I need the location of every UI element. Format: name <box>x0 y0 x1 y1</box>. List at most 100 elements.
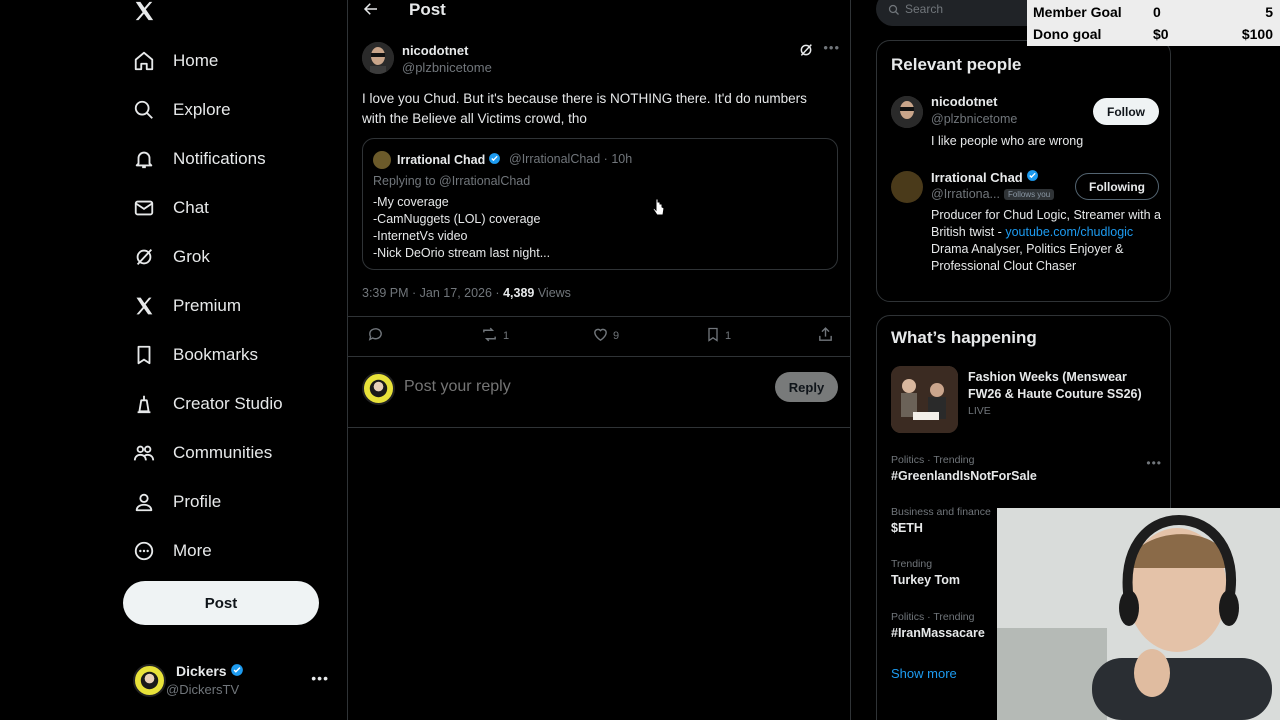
view-label: Views <box>534 286 571 300</box>
repost-count: 1 <box>503 330 510 342</box>
nav-bookmarks[interactable]: Bookmarks <box>133 338 258 372</box>
bookmark-icon <box>705 326 721 346</box>
action-bar: 1 9 1 <box>362 326 838 348</box>
bio-link[interactable]: youtube.com/chudlogic <box>1005 225 1133 239</box>
grok-icon[interactable] <box>798 42 814 58</box>
avatar <box>362 372 395 405</box>
account-name: Dickers <box>176 663 227 679</box>
tweet-text: I love you Chud. But it's because there … <box>362 91 807 126</box>
nav-more-label: More <box>173 541 212 560</box>
nav-more[interactable]: More <box>133 534 212 568</box>
follow-button[interactable]: Follow <box>1093 98 1159 125</box>
follows-you-badge: Follows you <box>1003 188 1055 200</box>
quoted-tweet[interactable]: Irrational Chad @IrrationalChad · 10h Re… <box>362 138 838 270</box>
bookmark-count: 1 <box>725 330 732 342</box>
relevant-people-card: Relevant people nicodotnet @plzbnicetome… <box>876 40 1171 302</box>
reply-button[interactable] <box>367 326 388 346</box>
avatar[interactable] <box>362 42 394 74</box>
verified-badge-icon <box>488 152 501 168</box>
author-name[interactable]: nicodotnet <box>402 43 468 58</box>
following-button[interactable]: Following <box>1075 173 1159 200</box>
communities-icon <box>133 442 155 464</box>
featured-thumbnail[interactable] <box>891 366 958 433</box>
like-button[interactable]: 9 <box>592 326 619 346</box>
post-detail: Post nicodotnet @plzbnicetome ••• I love… <box>347 0 851 720</box>
trend-name: #GreenlandIsNotForSale <box>891 469 1037 483</box>
reply-submit-button[interactable]: Reply <box>775 372 838 402</box>
featured-title[interactable]: Fashion Weeks (Menswear FW26 & Haute Cou… <box>968 369 1163 403</box>
nav-explore-label: Explore <box>173 100 231 119</box>
app: Home Explore Notifications Chat Grok Pre… <box>0 0 1280 720</box>
page-title: Post <box>409 0 446 19</box>
person-row[interactable]: nicodotnet @plzbnicetome Follow I like p… <box>891 94 1159 154</box>
nav-premium[interactable]: Premium <box>133 289 241 323</box>
x-logo-icon <box>133 295 155 317</box>
nav-explore[interactable]: Explore <box>133 93 231 127</box>
account-handle: @DickersTV <box>166 681 240 697</box>
quote-line: -CamNuggets (LOL) coverage <box>373 212 541 226</box>
like-count: 9 <box>613 330 620 342</box>
person-name-wrap: Irrational Chad <box>931 169 1039 185</box>
account-switcher[interactable]: Dickers @DickersTV ••• <box>133 660 333 700</box>
card-title: What’s happening <box>891 328 1037 347</box>
member-goal-target: 5 <box>1265 4 1273 20</box>
trend-context: Politics · Trending <box>891 454 975 466</box>
nav-notifications[interactable]: Notifications <box>133 142 266 176</box>
author-handle[interactable]: @plzbnicetome <box>402 60 492 75</box>
member-goal-row: Member Goal 0 5 <box>1033 2 1273 22</box>
quote-text: -My coverage -CamNuggets (LOL) coverage … <box>373 194 550 262</box>
post-button[interactable]: Post <box>123 581 319 625</box>
repost-button[interactable]: 1 <box>480 326 509 346</box>
avatar <box>373 151 391 169</box>
x-logo-icon[interactable] <box>133 0 157 24</box>
dono-goal-row: Dono goal $0 $100 <box>1033 24 1273 44</box>
nav-grok[interactable]: Grok <box>133 240 210 274</box>
show-more-link[interactable]: Show more <box>891 666 957 681</box>
nav-notifications-label: Notifications <box>173 149 266 168</box>
person-handle: @Irrationa... <box>931 187 1000 201</box>
featured-status: LIVE <box>968 405 991 417</box>
more-dots-icon[interactable]: ••• <box>1146 456 1162 470</box>
nav-premium-label: Premium <box>173 296 242 315</box>
nav-bookmarks-label: Bookmarks <box>173 345 259 364</box>
more-dots-icon[interactable]: ••• <box>311 670 329 686</box>
mail-icon <box>133 197 155 219</box>
person-row[interactable]: Irrational Chad @Irrationa... Follows yo… <box>891 169 1161 289</box>
home-icon <box>133 50 155 72</box>
reply-input[interactable] <box>404 378 704 396</box>
search-icon <box>888 3 902 17</box>
more-circle-icon <box>133 540 155 562</box>
person-name: nicodotnet <box>931 94 998 109</box>
tweet-timestamp[interactable]: 3:39 PM · Jan 17, 2026 · <box>362 286 503 300</box>
share-button[interactable] <box>817 326 834 346</box>
nav-home[interactable]: Home <box>133 44 218 78</box>
quote-line: -Nick DeOrio stream last night... <box>373 246 551 260</box>
bookmark-button[interactable]: 1 <box>705 326 731 346</box>
card-title: Relevant people <box>891 55 1022 74</box>
person-handle: @plzbnicetome <box>931 112 1018 126</box>
person-handle-wrap: @Irrationa... Follows you <box>931 187 1055 201</box>
nav-communities-label: Communities <box>173 443 273 462</box>
share-icon <box>817 326 834 346</box>
nav-profile-label: Profile <box>173 492 222 511</box>
divider <box>348 316 850 317</box>
person-bio: I like people who are wrong <box>931 134 1084 148</box>
trend-item[interactable]: Politics · Trending #GreenlandIsNotForSa… <box>891 454 1159 483</box>
person-icon <box>133 491 155 513</box>
creator-icon <box>133 393 155 415</box>
nav-creator-studio-label: Creator Studio <box>173 394 283 413</box>
person-name: Irrational Chad <box>931 169 1023 185</box>
nav-chat[interactable]: Chat <box>133 191 209 225</box>
webcam-overlay <box>997 508 1280 720</box>
nav-creator-studio[interactable]: Creator Studio <box>133 387 283 421</box>
quote-line: -My coverage <box>373 195 449 209</box>
more-dots-icon[interactable]: ••• <box>823 40 840 55</box>
quote-author-name: Irrational Chad <box>397 153 486 167</box>
tweet-meta: 3:39 PM · Jan 17, 2026 · 4,389 Views <box>362 286 571 300</box>
nav-profile[interactable]: Profile <box>133 485 221 519</box>
nav-communities[interactable]: Communities <box>133 436 272 470</box>
reply-icon <box>367 326 384 346</box>
quote-handle-time: @IrrationalChad · 10h <box>509 152 633 166</box>
back-arrow-icon[interactable] <box>362 0 382 20</box>
bookmark-icon <box>133 344 155 366</box>
